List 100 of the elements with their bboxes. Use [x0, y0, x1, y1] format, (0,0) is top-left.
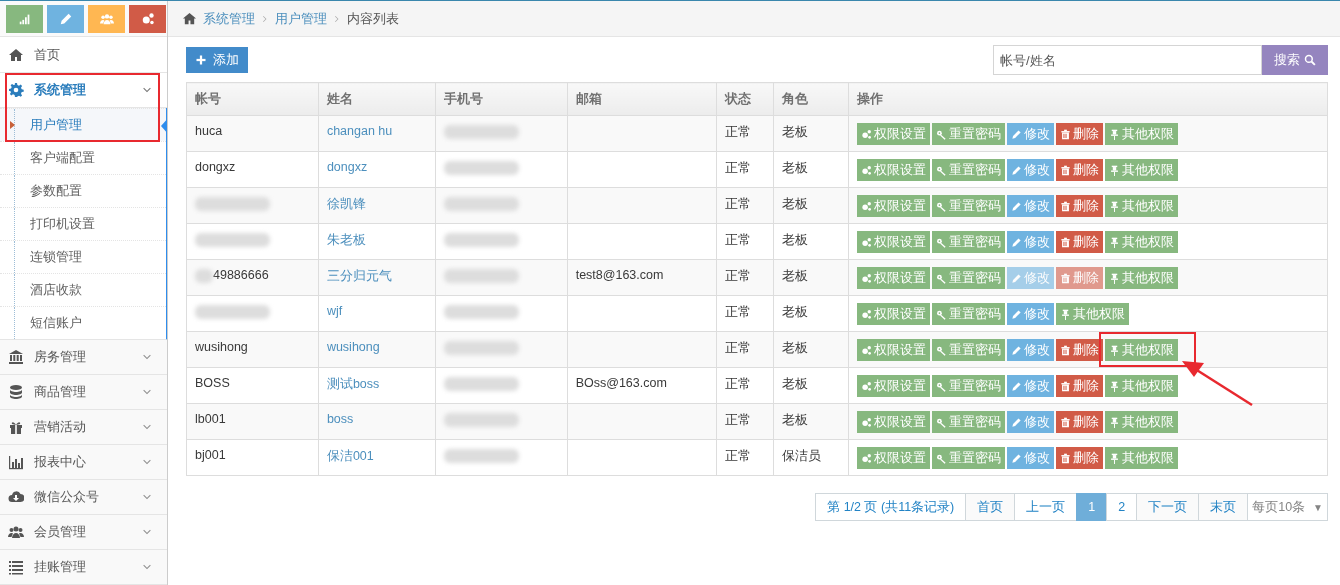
name-link[interactable]: wjf: [326, 304, 343, 318]
submenu-item[interactable]: 参数配置: [0, 174, 166, 207]
reset-password-button[interactable]: 重置密码: [932, 195, 1006, 217]
other-permissions-button[interactable]: 其他权限: [1105, 195, 1179, 217]
sidebar-item[interactable]: 系统管理: [0, 73, 167, 108]
name-link[interactable]: dongxz: [326, 160, 368, 174]
plus-icon: [195, 54, 207, 66]
edit-button[interactable]: 修改: [1007, 339, 1055, 361]
gears-icon: [861, 344, 873, 356]
reset-password-button[interactable]: 重置密码: [932, 339, 1006, 361]
sidebar-item[interactable]: 商品管理: [0, 375, 167, 410]
reset-password-button[interactable]: 重置密码: [932, 159, 1006, 181]
sidebar-item[interactable]: 营销活动: [0, 410, 167, 445]
pencil-icon: [1011, 236, 1023, 248]
name-link[interactable]: 测试boss: [326, 377, 380, 391]
other-permissions-button[interactable]: 其他权限: [1105, 375, 1179, 397]
table-cell: 老板: [773, 367, 849, 404]
other-permissions-button[interactable]: 其他权限: [1105, 411, 1179, 433]
edit-button[interactable]: 修改: [1007, 231, 1055, 253]
edit-button[interactable]: 修改: [1007, 375, 1055, 397]
page-button[interactable]: 1: [1076, 493, 1108, 521]
shortcut-button[interactable]: [47, 5, 84, 33]
other-permissions-button[interactable]: 其他权限: [1105, 339, 1179, 361]
reset-password-button[interactable]: 重置密码: [932, 447, 1006, 469]
last-page-button[interactable]: 末页: [1198, 493, 1249, 521]
sidebar-item[interactable]: 报表中心: [0, 445, 167, 480]
delete-button[interactable]: 删除: [1056, 123, 1104, 145]
edit-button[interactable]: 修改: [1007, 411, 1055, 433]
bar-chart-icon: [8, 454, 24, 470]
sidebar-item[interactable]: 会员管理: [0, 515, 167, 550]
other-permissions-button[interactable]: 其他权限: [1105, 123, 1179, 145]
permissions-button[interactable]: 权限设置: [857, 447, 931, 469]
page-button[interactable]: 2: [1106, 493, 1138, 521]
submenu-item[interactable]: 客户端配置: [0, 141, 166, 174]
add-button[interactable]: 添加: [186, 47, 248, 73]
submenu-item[interactable]: 连锁管理: [0, 240, 166, 273]
edit-button[interactable]: 修改: [1007, 123, 1055, 145]
reset-password-button[interactable]: 重置密码: [932, 267, 1006, 289]
reset-password-button[interactable]: 重置密码: [932, 375, 1006, 397]
first-page-button[interactable]: 首页: [965, 493, 1016, 521]
permissions-button[interactable]: 权限设置: [857, 159, 931, 181]
edit-button[interactable]: 修改: [1007, 303, 1055, 325]
name-link[interactable]: 朱老板: [326, 233, 366, 247]
sidebar-item[interactable]: 首页: [0, 37, 167, 73]
submenu-item[interactable]: 短信账户: [0, 306, 166, 339]
reset-password-button[interactable]: 重置密码: [932, 123, 1006, 145]
delete-button[interactable]: 删除: [1056, 411, 1104, 433]
users-icon: [8, 524, 24, 540]
name-link[interactable]: wusihong: [326, 340, 380, 354]
submenu-item[interactable]: 打印机设置: [0, 207, 166, 240]
shortcut-button[interactable]: [88, 5, 125, 33]
breadcrumb-link[interactable]: 系统管理: [203, 9, 255, 28]
next-page-button[interactable]: 下一页: [1136, 493, 1200, 521]
search-field[interactable]: 帐号/姓名: [993, 45, 1262, 75]
previous-page-button[interactable]: 上一页: [1014, 493, 1078, 521]
permissions-button[interactable]: 权限设置: [857, 195, 931, 217]
shortcut-button[interactable]: [129, 5, 166, 33]
gift-icon: [8, 419, 24, 435]
sidebar-item[interactable]: 微信公众号: [0, 480, 167, 515]
name-link[interactable]: 徐凯锋: [326, 197, 366, 211]
trash-icon: [1060, 164, 1072, 176]
other-permissions-button[interactable]: 其他权限: [1056, 303, 1130, 325]
delete-button[interactable]: 删除: [1056, 159, 1104, 181]
edit-button[interactable]: 修改: [1007, 195, 1055, 217]
delete-button[interactable]: 删除: [1056, 195, 1104, 217]
permissions-button[interactable]: 权限设置: [857, 339, 931, 361]
pencil-icon: [1011, 452, 1023, 464]
name-link[interactable]: 保洁001: [326, 449, 374, 463]
permissions-button[interactable]: 权限设置: [857, 267, 931, 289]
sidebar-item[interactable]: 挂账管理: [0, 550, 167, 585]
other-permissions-button[interactable]: 其他权限: [1105, 231, 1179, 253]
delete-button[interactable]: 删除: [1056, 375, 1104, 397]
name-link[interactable]: boss: [326, 412, 354, 426]
other-permissions-button[interactable]: 其他权限: [1105, 447, 1179, 469]
gears-icon: [861, 416, 873, 428]
other-permissions-button[interactable]: 其他权限: [1105, 267, 1179, 289]
other-permissions-button[interactable]: 其他权限: [1105, 159, 1179, 181]
reset-password-button[interactable]: 重置密码: [932, 231, 1006, 253]
column-header: 操作: [848, 82, 1328, 116]
edit-button[interactable]: 修改: [1007, 447, 1055, 469]
sidebar-item[interactable]: 房务管理: [0, 340, 167, 375]
delete-button[interactable]: 删除: [1056, 447, 1104, 469]
reset-password-button[interactable]: 重置密码: [932, 411, 1006, 433]
permissions-button[interactable]: 权限设置: [857, 375, 931, 397]
permissions-button[interactable]: 权限设置: [857, 411, 931, 433]
page-size-select[interactable]: 每页10条 ▼: [1247, 493, 1328, 521]
permissions-button[interactable]: 权限设置: [857, 231, 931, 253]
search-button[interactable]: 搜索: [1262, 45, 1328, 75]
permissions-button[interactable]: 权限设置: [857, 123, 931, 145]
breadcrumb-link[interactable]: 用户管理: [275, 9, 327, 28]
submenu-item[interactable]: 用户管理: [0, 108, 166, 141]
shortcut-button[interactable]: [6, 5, 43, 33]
reset-password-button[interactable]: 重置密码: [932, 303, 1006, 325]
submenu-item[interactable]: 酒店收款: [0, 273, 166, 306]
key-icon: [936, 272, 948, 284]
pencil-icon: [1011, 308, 1023, 320]
delete-button[interactable]: 删除: [1056, 231, 1104, 253]
delete-button[interactable]: 删除: [1056, 339, 1104, 361]
edit-button[interactable]: 修改: [1007, 159, 1055, 181]
permissions-button[interactable]: 权限设置: [857, 303, 931, 325]
